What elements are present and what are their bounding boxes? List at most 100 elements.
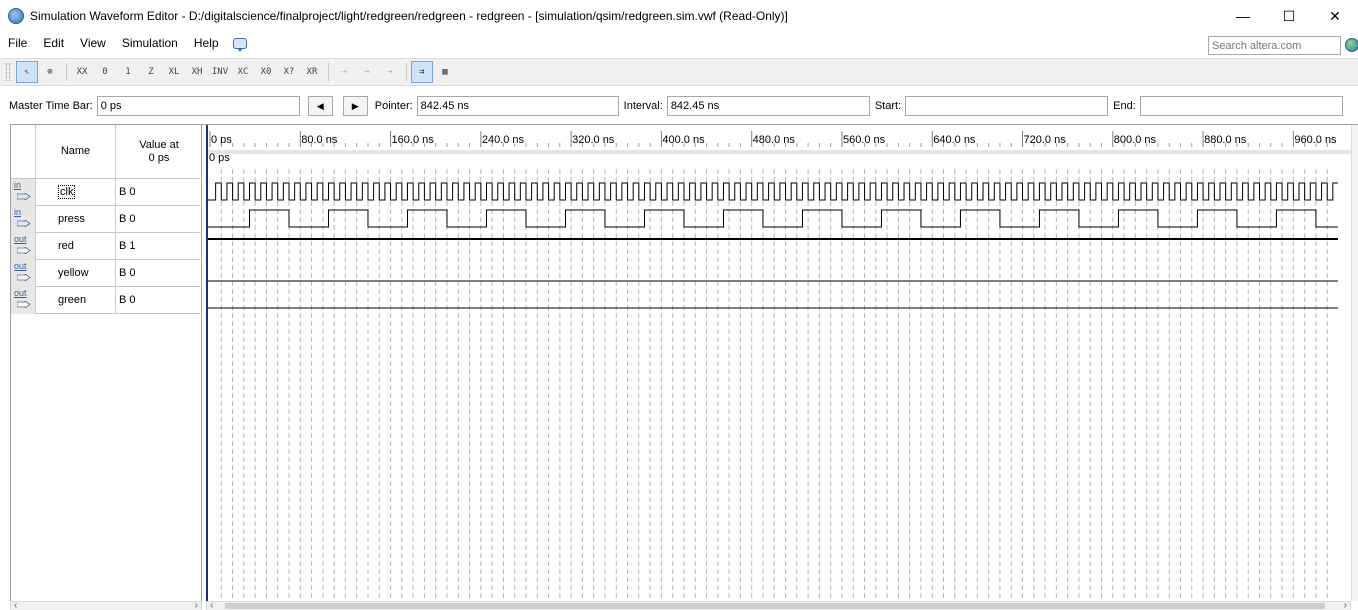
wave-scroll-right-icon[interactable]: › xyxy=(1344,600,1347,610)
signal-name[interactable]: red xyxy=(36,233,116,260)
waveform-editor-main: Name Value at 0 ps in clk B 0 in press B 0 out… xyxy=(10,124,1358,610)
master-time-bar-label: Master Time Bar: xyxy=(9,100,93,112)
grid-header-value[interactable]: Value at 0 ps xyxy=(116,125,202,179)
simulation-icon[interactable]: ⇉ xyxy=(411,61,433,83)
prev-transition-button[interactable]: ◀ xyxy=(307,96,333,116)
end-label: End: xyxy=(1113,100,1136,112)
output-pin-icon: out xyxy=(11,233,36,260)
output-pin-icon: out xyxy=(11,260,36,287)
signal-name-text: yellow xyxy=(58,267,89,279)
maximize-button[interactable]: ☐ xyxy=(1266,0,1312,32)
signal-name[interactable]: yellow xyxy=(36,260,116,287)
signal-row-red[interactable]: out red B 1 xyxy=(11,233,202,260)
start-field[interactable] xyxy=(905,96,1109,116)
waveform-vertical-scrollbar[interactable] xyxy=(1351,125,1358,601)
weak-low-icon[interactable]: XL xyxy=(163,61,185,83)
snap-to-grid-icon[interactable]: ⇢ xyxy=(333,61,355,83)
input-pin-icon: in xyxy=(11,206,36,233)
waveform-canvas[interactable]: 0 ps 80.0 ns 160.0 ns 240.0 ns 320.0 ns 400.0… xyxy=(208,125,1351,601)
input-pin-icon: in xyxy=(11,179,36,206)
minimize-button[interactable]: — xyxy=(1220,0,1266,32)
pointer-icon[interactable]: ⇖ xyxy=(16,61,38,83)
count-value-icon[interactable]: XC xyxy=(232,61,254,83)
grid-header-name[interactable]: Name xyxy=(36,125,116,179)
signal-name-text: red xyxy=(58,240,74,252)
output-pin-icon: out xyxy=(11,287,36,314)
signal-name-text: press xyxy=(58,213,85,225)
pin-arrow-icon xyxy=(17,247,31,254)
menu-simulation[interactable]: Simulation xyxy=(114,36,186,50)
app-icon xyxy=(8,8,24,24)
pin-direction-label: in xyxy=(14,207,22,217)
next-transition-button[interactable]: ▶ xyxy=(342,96,368,116)
start-label: Start: xyxy=(874,100,902,112)
group-icon[interactable]: ▦ xyxy=(434,61,456,83)
toolbar-grip[interactable] xyxy=(6,63,10,81)
waveform-horizontal-scrollbar[interactable]: ‹ › xyxy=(206,600,1351,610)
close-button[interactable]: ✕ xyxy=(1312,0,1358,32)
arbitrary-value-icon[interactable]: X? xyxy=(278,61,300,83)
zoom-icon[interactable]: ⊕ xyxy=(39,61,61,83)
pin-arrow-icon xyxy=(17,274,31,281)
window-title: Simulation Waveform Editor - D:/digitals… xyxy=(30,9,788,23)
pin-direction-label: out xyxy=(14,261,27,271)
interval-field[interactable]: 842.45 ns xyxy=(666,96,870,116)
master-time-bar-field[interactable]: 0 ps xyxy=(96,96,300,116)
signal-row-press[interactable]: in press B 0 xyxy=(11,206,202,233)
wave-scroll-left-icon[interactable]: ‹ xyxy=(210,600,213,610)
title-bar: Simulation Waveform Editor - D:/digitals… xyxy=(0,0,1358,32)
pin-direction-label: out xyxy=(14,234,27,244)
invert-icon[interactable]: INV xyxy=(209,61,231,83)
grid-header-type xyxy=(11,125,36,179)
pin-direction-label: in xyxy=(14,180,22,190)
pin-direction-label: out xyxy=(14,288,27,298)
signal-value: B 0 xyxy=(119,186,136,198)
master-time-marker-label: 0 ps xyxy=(209,152,230,164)
help-chat-icon[interactable] xyxy=(232,37,247,52)
menu-file[interactable]: File xyxy=(0,36,35,50)
wave-scroll-thumb[interactable] xyxy=(225,603,1325,609)
grid-settings-icon[interactable]: ⇢ xyxy=(356,61,378,83)
signal-name[interactable]: green xyxy=(36,287,116,314)
pin-arrow-icon xyxy=(17,220,31,227)
signal-name-text: green xyxy=(58,294,87,306)
signal-row-yellow[interactable]: out yellow B 0 xyxy=(11,260,202,287)
pointer-label: Pointer: xyxy=(374,100,413,112)
grid-horizontal-scrollbar[interactable]: ‹ › xyxy=(10,600,202,610)
search-input[interactable] xyxy=(1208,36,1341,55)
signal-name[interactable]: press xyxy=(36,206,116,233)
menu-bar: File Edit View Simulation Help xyxy=(0,32,1358,54)
globe-icon[interactable] xyxy=(1345,38,1358,52)
high-impedance-icon[interactable]: Z xyxy=(140,61,162,83)
forcing-high-icon[interactable]: 1 xyxy=(117,61,139,83)
clk-waveform xyxy=(208,182,1338,201)
random-value-icon[interactable]: XR xyxy=(301,61,323,83)
pin-arrow-icon xyxy=(17,193,31,200)
menu-edit[interactable]: Edit xyxy=(35,36,72,50)
signal-row-green[interactable]: out green B 0 xyxy=(11,287,202,314)
forcing-unknown-icon[interactable]: XX xyxy=(71,61,93,83)
scroll-right-icon[interactable]: › xyxy=(195,600,198,610)
end-field[interactable] xyxy=(1139,96,1343,116)
forcing-low-icon[interactable]: 0 xyxy=(94,61,116,83)
menu-view[interactable]: View xyxy=(72,36,114,50)
node-grid: Name Value at 0 ps in clk B 0 in press B 0 out… xyxy=(10,125,202,601)
window-controls: — ☐ ✕ xyxy=(1220,0,1358,32)
signal-value: B 1 xyxy=(119,240,136,252)
reorder-icon[interactable]: ⇢ xyxy=(379,61,401,83)
scroll-left-icon[interactable]: ‹ xyxy=(14,600,17,610)
toolbar-separator xyxy=(328,63,329,81)
toolbar: ⇖ ⊕ XX 0 1 Z XL XH INV XC X0 X? XR ⇢ ⇢ ⇢ ⇉ ▦ xyxy=(0,58,1358,86)
signal-value: B 0 xyxy=(119,267,136,279)
weak-high-icon[interactable]: XH xyxy=(186,61,208,83)
pointer-field[interactable]: 842.45 ns xyxy=(416,96,619,116)
waveform-panel[interactable]: 0 ps 80.0 ns 160.0 ns 240.0 ns 320.0 ns 400.0… xyxy=(206,125,1351,601)
menu-help[interactable]: Help xyxy=(186,36,227,50)
signal-value: B 0 xyxy=(119,294,136,306)
overwrite-clock-icon[interactable]: X0 xyxy=(255,61,277,83)
signal-name[interactable]: clk xyxy=(36,179,116,206)
pin-arrow-icon xyxy=(17,301,31,308)
time-bar: Master Time Bar: 0 ps ◀ ▶ Pointer: 842.4… xyxy=(0,92,1358,120)
signal-row-clk[interactable]: in clk B 0 xyxy=(11,179,202,206)
press-waveform xyxy=(208,209,1338,228)
